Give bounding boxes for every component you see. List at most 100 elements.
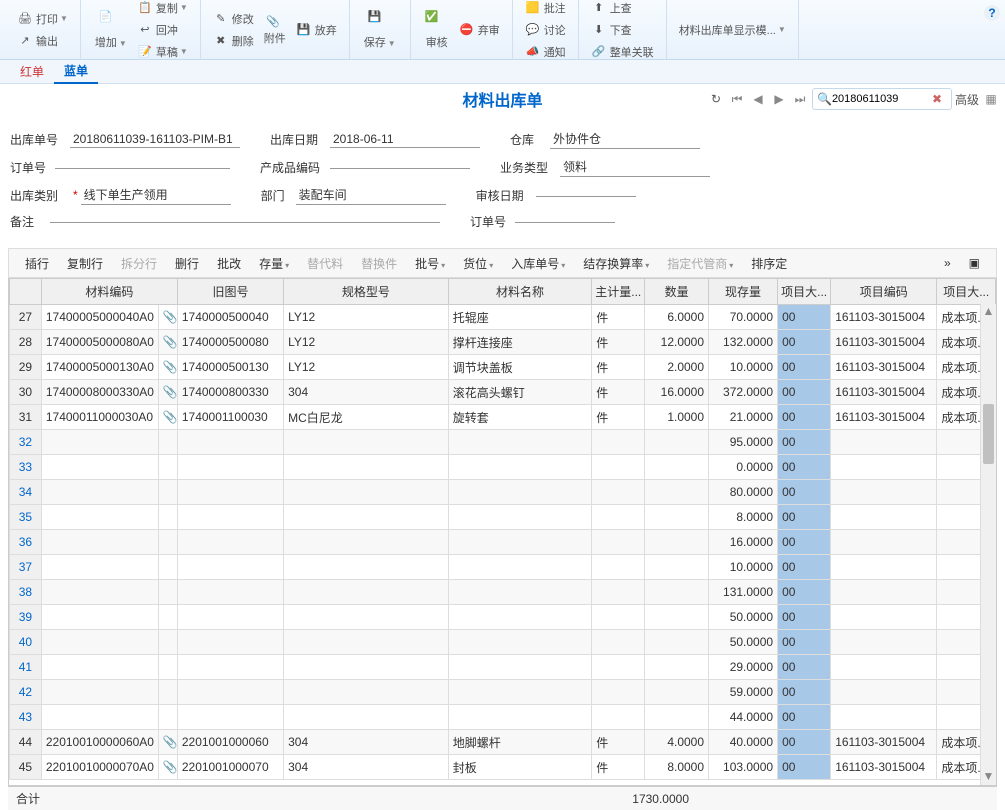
cell-proj-code[interactable] — [831, 455, 937, 480]
save-button[interactable]: 💾 保存▼ — [358, 8, 402, 52]
vertical-scrollbar[interactable]: ▲ ▼ — [980, 304, 996, 785]
cell-proj-big[interactable]: 00 — [778, 480, 831, 505]
cell-material-code[interactable]: 22010010000070A0 — [41, 755, 158, 780]
cell-material-code[interactable] — [41, 605, 158, 630]
cell-qty[interactable]: 1.0000 — [645, 405, 709, 430]
cell-unit[interactable] — [592, 480, 645, 505]
search-box[interactable]: 🔍 ✖ — [812, 88, 952, 110]
cell-proj-code[interactable] — [831, 480, 937, 505]
cell-unit[interactable] — [592, 505, 645, 530]
order-value[interactable] — [55, 166, 230, 169]
cell-qty[interactable] — [645, 455, 709, 480]
cell-proj-big[interactable]: 00 — [778, 655, 831, 680]
cell-proj-big[interactable]: 00 — [778, 355, 831, 380]
table-row[interactable]: 27 17400005000040A0 📎 1740000500040 LY12… — [10, 305, 996, 330]
cell-proj-code[interactable]: 161103-3015004 — [831, 355, 937, 380]
advanced-search-button[interactable]: 高级 — [955, 90, 979, 108]
cell-unit[interactable] — [592, 605, 645, 630]
cell-unit[interactable] — [592, 680, 645, 705]
attachment-icon[interactable]: 📎 — [158, 330, 177, 355]
cell-stock[interactable]: 40.0000 — [709, 730, 778, 755]
sort-button[interactable]: 排序定 — [743, 252, 795, 275]
cell-material-code[interactable] — [41, 455, 158, 480]
cell-old-code[interactable]: 1740001100030 — [177, 405, 283, 430]
cell-spec[interactable] — [284, 430, 449, 455]
cell-material-name[interactable] — [448, 480, 591, 505]
cell-qty[interactable]: 12.0000 — [645, 330, 709, 355]
attachment-icon[interactable] — [158, 630, 177, 655]
doc-no-value[interactable]: 20180611039-161103-PIM-B1 — [70, 131, 240, 148]
attachment-icon[interactable]: 📎 — [158, 730, 177, 755]
cell-qty[interactable] — [645, 480, 709, 505]
table-row[interactable]: 39 50.0000 00 — [10, 605, 996, 630]
cell-old-code[interactable]: 2201001000060 — [177, 730, 283, 755]
table-row[interactable]: 32 95.0000 00 — [10, 430, 996, 455]
insert-row-button[interactable]: 插行 — [17, 252, 57, 275]
cell-material-code[interactable]: 17400011000030A0 — [41, 405, 158, 430]
cell-proj-big[interactable]: 00 — [778, 630, 831, 655]
table-row[interactable]: 41 29.0000 00 — [10, 655, 996, 680]
cell-material-code[interactable] — [41, 705, 158, 730]
delete-row-button[interactable]: 删行 — [167, 252, 207, 275]
col-rownum[interactable] — [10, 279, 42, 305]
col-stock[interactable]: 现存量 — [709, 279, 778, 305]
cell-old-code[interactable] — [177, 480, 283, 505]
cell-material-code[interactable] — [41, 530, 158, 555]
cell-spec[interactable] — [284, 530, 449, 555]
cell-proj-code[interactable]: 161103-3015004 — [831, 305, 937, 330]
cell-spec[interactable]: 304 — [284, 755, 449, 780]
cell-unit[interactable] — [592, 555, 645, 580]
template-dropdown[interactable]: 材料出库单显示模...▼ — [675, 20, 790, 40]
cell-material-name[interactable] — [448, 705, 591, 730]
cell-qty[interactable]: 6.0000 — [645, 305, 709, 330]
order-no-value[interactable] — [515, 220, 615, 223]
nav-first-icon[interactable]: ⏮ — [728, 90, 746, 108]
cell-stock[interactable]: 50.0000 — [709, 630, 778, 655]
nav-next-icon[interactable]: ▶ — [770, 90, 788, 108]
attachment-icon[interactable]: 📎 — [158, 380, 177, 405]
col-proj-big[interactable]: 项目大... — [778, 279, 831, 305]
tab-red[interactable]: 红单 — [10, 60, 54, 83]
cell-qty[interactable]: 4.0000 — [645, 730, 709, 755]
scrollbar-thumb[interactable] — [983, 404, 994, 464]
table-row[interactable]: 30 17400008000330A0 📎 1740000800330 304 … — [10, 380, 996, 405]
nav-prev-icon[interactable]: ◀ — [749, 90, 767, 108]
cell-proj-big[interactable]: 00 — [778, 305, 831, 330]
cell-old-code[interactable] — [177, 655, 283, 680]
related-button[interactable]: 🔗整单关联 — [587, 42, 658, 62]
cell-stock[interactable]: 10.0000 — [709, 555, 778, 580]
reverse-button[interactable]: ↩回冲 — [133, 20, 192, 40]
discard-button[interactable]: ⛔弃审 — [455, 20, 504, 40]
category-value[interactable]: 线下单生产领用 — [81, 185, 231, 205]
table-row[interactable]: 45 22010010000070A0 📎 2201001000070 304 … — [10, 755, 996, 780]
cell-old-code[interactable]: 1740000500080 — [177, 330, 283, 355]
attachment-icon[interactable] — [158, 555, 177, 580]
cell-spec[interactable]: LY12 — [284, 355, 449, 380]
attachment-icon[interactable]: 📎 — [158, 755, 177, 780]
cell-spec[interactable] — [284, 505, 449, 530]
cell-qty[interactable] — [645, 580, 709, 605]
cell-unit[interactable]: 件 — [592, 755, 645, 780]
cell-qty[interactable] — [645, 505, 709, 530]
table-row[interactable]: 38 131.0000 00 — [10, 580, 996, 605]
cell-qty[interactable] — [645, 705, 709, 730]
cell-old-code[interactable]: 1740000500130 — [177, 355, 283, 380]
cell-material-code[interactable] — [41, 430, 158, 455]
cell-spec[interactable]: 304 — [284, 380, 449, 405]
attachment-icon[interactable] — [158, 605, 177, 630]
table-row[interactable]: 33 0.0000 00 — [10, 455, 996, 480]
cell-spec[interactable] — [284, 630, 449, 655]
cell-unit[interactable]: 件 — [592, 380, 645, 405]
cell-stock[interactable]: 372.0000 — [709, 380, 778, 405]
cell-proj-big[interactable]: 00 — [778, 755, 831, 780]
layout-icon[interactable]: ▦ — [982, 90, 1000, 108]
product-value[interactable] — [330, 166, 470, 169]
cell-qty[interactable] — [645, 655, 709, 680]
attachment-icon[interactable] — [158, 705, 177, 730]
cell-unit[interactable] — [592, 530, 645, 555]
cell-spec[interactable] — [284, 455, 449, 480]
cell-proj-big[interactable]: 00 — [778, 680, 831, 705]
attachment-icon[interactable] — [158, 430, 177, 455]
cell-unit[interactable] — [592, 455, 645, 480]
cell-old-code[interactable] — [177, 455, 283, 480]
